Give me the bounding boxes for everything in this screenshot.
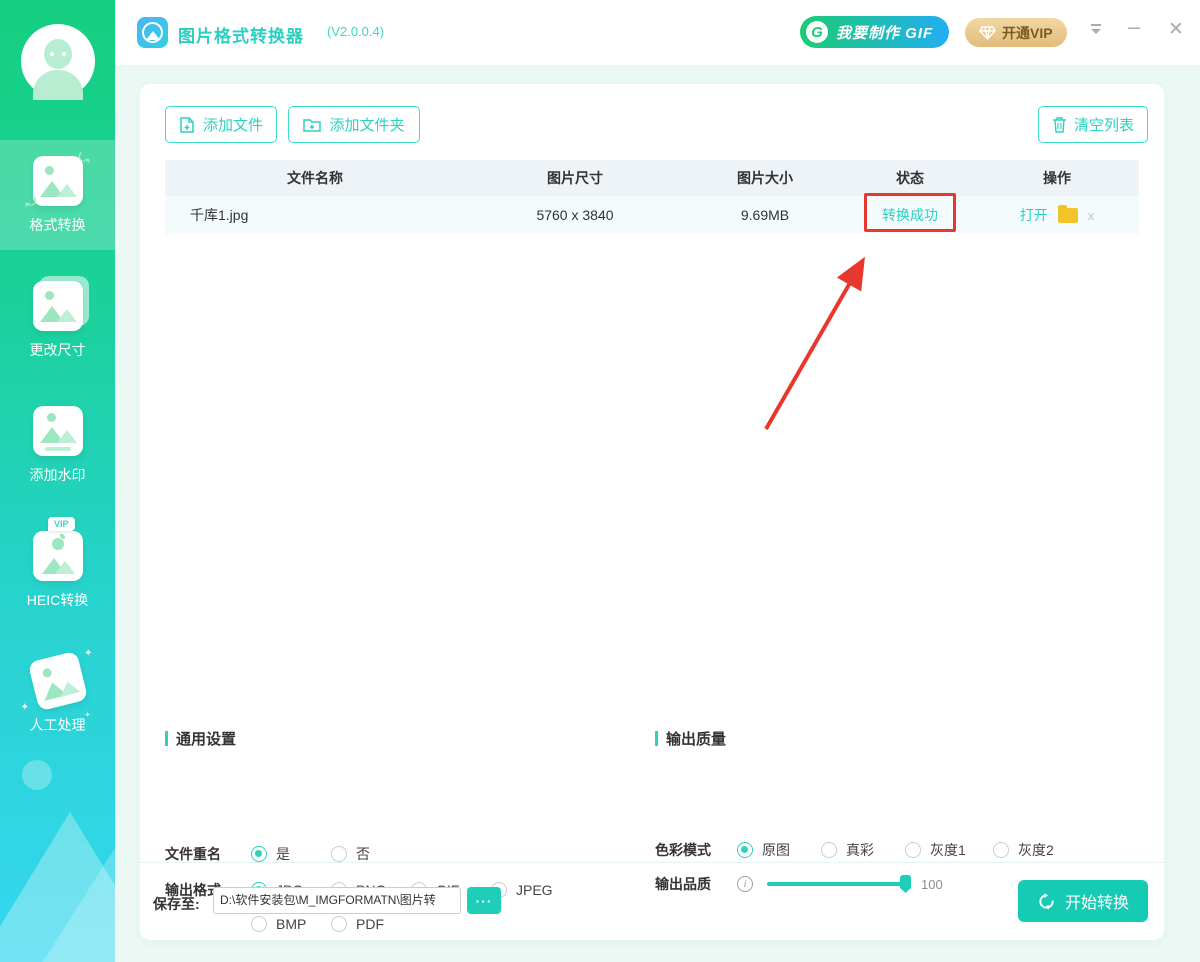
rename-label: 文件重名 [165, 844, 231, 864]
open-vip-button[interactable]: 开通VIP [965, 18, 1067, 47]
add-folder-icon [303, 117, 322, 133]
sidebar-item-resize[interactable]: 更改尺寸 [0, 265, 115, 375]
star-icon: ✦ [84, 648, 92, 659]
cell-actions: 打开 x [975, 205, 1139, 225]
sidebar-item-manual[interactable]: ✦ ✦ ✦ 人工处理 [0, 640, 115, 750]
vip-badge: VIP [48, 517, 75, 531]
app-window: ⤾ ⤿ 格式转换 更改尺寸 [0, 0, 1200, 962]
heic-icon [33, 531, 83, 581]
sidebar-item-heic[interactable]: VIP HEIC转换 [0, 515, 115, 625]
sidebar-decoration-mountain [30, 832, 115, 962]
save-to-label: 保存至: [153, 894, 200, 914]
radio-format-pdf[interactable]: PDF [331, 916, 411, 932]
star-icon: ✦ [21, 702, 29, 713]
main-panel: 添加文件 添加文件夹 清空列表 文件名称 图片尺寸 图片大小 状态 操作 千库1… [140, 84, 1164, 940]
footer-divider [140, 862, 1164, 863]
info-icon[interactable]: i [737, 876, 753, 892]
star-icon: ✦ [85, 711, 91, 719]
table-header: 文件名称 图片尺寸 图片大小 状态 操作 [165, 160, 1139, 196]
col-filesize: 图片大小 [685, 168, 845, 188]
radio-color-gray2[interactable]: 灰度2 [993, 840, 1054, 860]
radio-format-jpeg[interactable]: JPEG [491, 882, 571, 898]
remove-row-icon[interactable]: x [1088, 208, 1095, 223]
radio-color-truecolor[interactable]: 真彩 [821, 840, 905, 860]
folder-icon[interactable] [1058, 208, 1078, 223]
title-bar: 图片格式转换器 (V2.0.0.4) G 我要制作 GIF 开通VIP – ✕ [115, 0, 1200, 65]
output-quality-title: 输出质量 [655, 728, 726, 749]
format-setting-row2: BMP PDF [165, 916, 411, 932]
sidebar-decoration-sun [22, 760, 52, 790]
quality-value: 100 [921, 877, 943, 892]
sidebar-item-watermark[interactable]: 添加水印 [0, 390, 115, 500]
color-mode-setting: 色彩模式 原图 真彩 灰度1 灰度2 [655, 840, 1054, 860]
radio-color-gray1[interactable]: 灰度1 [905, 840, 993, 860]
sidebar-item-label: 添加水印 [30, 465, 86, 485]
app-version: (V2.0.0.4) [327, 24, 384, 39]
sidebar: ⤾ ⤿ 格式转换 更改尺寸 [0, 0, 115, 962]
sidebar-nav: ⤾ ⤿ 格式转换 更改尺寸 [0, 140, 115, 765]
app-title: 图片格式转换器 [178, 22, 304, 47]
sidebar-item-format-convert[interactable]: ⤾ ⤿ 格式转换 [0, 140, 115, 250]
sidebar-item-label: 更改尺寸 [30, 340, 86, 360]
col-dimensions: 图片尺寸 [465, 168, 685, 188]
clear-list-button[interactable]: 清空列表 [1038, 106, 1148, 143]
rename-setting: 文件重名 是 否 [165, 844, 411, 864]
radio-color-original[interactable]: 原图 [737, 840, 821, 860]
radio-format-bmp[interactable]: BMP [251, 916, 331, 932]
watermark-icon [33, 406, 83, 456]
refresh-icon [1037, 892, 1056, 911]
close-icon[interactable]: ✕ [1168, 18, 1184, 41]
slider-thumb[interactable] [900, 875, 911, 893]
radio-rename-yes[interactable]: 是 [251, 844, 331, 864]
cell-filesize: 9.69MB [685, 207, 845, 223]
quality-setting: 输出品质 i 100 [655, 874, 943, 894]
app-logo-icon [137, 17, 168, 48]
resize-icon [33, 281, 83, 331]
avatar[interactable] [21, 24, 95, 98]
col-filename: 文件名称 [165, 168, 465, 188]
cell-dimensions: 5760 x 3840 [465, 207, 685, 223]
cell-filename: 千库1.jpg [165, 205, 465, 225]
tray-minimize-icon[interactable] [1088, 22, 1104, 36]
add-file-icon [179, 116, 196, 134]
radio-rename-no[interactable]: 否 [331, 844, 411, 864]
avatar-body [33, 70, 83, 100]
sidebar-item-label: 人工处理 [30, 715, 86, 735]
quality-label: 输出品质 [655, 874, 721, 894]
start-convert-button[interactable]: 开始转换 [1018, 880, 1148, 922]
status-badge: 转换成功 [845, 205, 975, 225]
avatar-head [44, 39, 72, 69]
save-path-input[interactable]: D:\软件安装包\M_IMGFORMATN\图片转 [213, 887, 461, 914]
table-row: 千库1.jpg 5760 x 3840 9.69MB 转换成功 打开 x [165, 196, 1139, 234]
make-gif-button[interactable]: G 我要制作 GIF [800, 16, 949, 48]
color-mode-label: 色彩模式 [655, 840, 721, 860]
col-status: 状态 [845, 168, 975, 188]
add-file-button[interactable]: 添加文件 [165, 106, 277, 143]
browse-button[interactable]: ··· [467, 887, 501, 914]
minimize-icon[interactable]: – [1128, 14, 1140, 40]
quality-slider[interactable] [767, 882, 907, 886]
open-link[interactable]: 打开 [1020, 205, 1048, 225]
col-actions: 操作 [975, 168, 1139, 188]
diamond-icon [979, 26, 996, 40]
trash-icon [1052, 116, 1067, 133]
add-folder-button[interactable]: 添加文件夹 [288, 106, 420, 143]
format-convert-icon: ⤾ ⤿ [33, 156, 83, 206]
sidebar-item-label: 格式转换 [30, 215, 86, 235]
gif-logo-icon: G [806, 21, 828, 43]
sidebar-item-label: HEIC转换 [27, 590, 88, 610]
general-settings-title: 通用设置 [165, 728, 236, 749]
manual-process-icon [27, 650, 88, 711]
